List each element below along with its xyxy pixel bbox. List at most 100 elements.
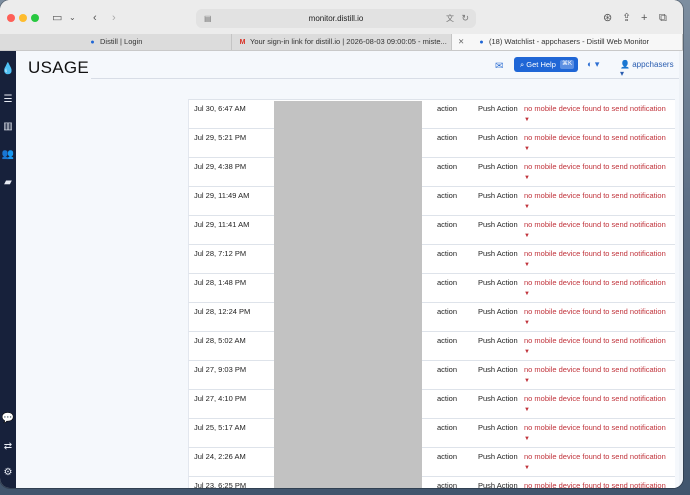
browser-window: ▭ ⌄ ‹ › ▤ monitor.distill.io 文 ↻ ⊛ ⇪ + ⧉…	[0, 0, 683, 488]
back-icon[interactable]: ‹	[93, 11, 97, 25]
search-icon: ⌕	[520, 60, 525, 69]
zoom-window-button[interactable]	[31, 14, 39, 22]
new-tab-icon[interactable]: +	[641, 11, 647, 25]
shortcut-badge: ⌘K	[559, 60, 574, 69]
table-row[interactable]: Jul 25, 5:17 AM action Push Action no mobil…	[188, 418, 675, 447]
tab-gmail[interactable]: M Your sign-in link for distill.io | 2026…	[232, 34, 452, 50]
row-type: action	[437, 365, 458, 374]
row-message[interactable]: no mobile device found to send notificat…	[524, 278, 666, 299]
row-date: Jul 27, 9:03 PM	[194, 365, 247, 374]
table-row[interactable]: Jul 27, 4:10 PM action Push Action no mobil…	[188, 389, 675, 418]
mail-icon[interactable]: ✉	[495, 61, 503, 72]
chevron-down-icon[interactable]: ▼	[524, 175, 530, 181]
chevron-down-icon[interactable]: ▼	[524, 117, 530, 123]
row-message[interactable]: no mobile device found to send notificat…	[524, 220, 666, 241]
chevron-down-icon[interactable]: ⌄	[69, 11, 76, 25]
translate-icon[interactable]: 文	[446, 9, 454, 28]
site-settings-icon[interactable]: ▤	[204, 9, 212, 28]
row-channel: Push Action	[478, 104, 518, 113]
user-menu[interactable]: 👤 appchasers ▾	[620, 60, 679, 78]
chevron-down-icon[interactable]: ▼	[524, 262, 530, 268]
share-icon[interactable]: ⇪	[622, 11, 631, 25]
chevron-down-icon[interactable]: ▼	[524, 378, 530, 384]
row-channel: Push Action	[478, 307, 518, 316]
row-date: Jul 29, 11:41 AM	[194, 220, 250, 229]
row-message[interactable]: no mobile device found to send notificat…	[524, 104, 666, 125]
chevron-down-icon[interactable]: ▼	[524, 146, 530, 152]
users-icon[interactable]: 👥	[0, 149, 16, 161]
chevron-down-icon[interactable]: ▼	[524, 349, 530, 355]
book-icon[interactable]: ▰	[0, 177, 16, 189]
row-date: Jul 28, 5:02 AM	[194, 336, 246, 345]
close-window-button[interactable]	[7, 14, 15, 22]
reload-icon[interactable]: ↻	[461, 9, 469, 28]
row-message[interactable]: no mobile device found to send notificat…	[524, 452, 666, 473]
theme-toggle-icon[interactable]: ◐ ▾	[587, 59, 599, 70]
sidebar-toggle-icon[interactable]: ▭	[52, 11, 62, 25]
address-bar[interactable]: ▤ monitor.distill.io 文 ↻	[196, 9, 476, 28]
row-channel: Push Action	[478, 365, 518, 374]
row-message[interactable]: no mobile device found to send notificat…	[524, 162, 666, 183]
row-message[interactable]: no mobile device found to send notificat…	[524, 249, 666, 270]
row-type: action	[437, 278, 458, 287]
chevron-down-icon: ▾	[620, 69, 625, 78]
row-date: Jul 24, 2:26 AM	[194, 452, 246, 461]
distill-drop-icon: ●	[90, 39, 95, 46]
table-row[interactable]: Jul 28, 12:24 PM action Push Action no mobi…	[188, 302, 675, 331]
chat-icon[interactable]: 💬	[0, 413, 16, 425]
download-icon[interactable]: ⊛	[603, 11, 612, 25]
table-row[interactable]: Jul 28, 7:12 PM action Push Action no mobil…	[188, 244, 675, 273]
list-icon[interactable]: ☰	[0, 94, 16, 106]
row-message[interactable]: no mobile device found to send notificat…	[524, 336, 666, 357]
browser-toolbar: ▭ ⌄ ‹ › ▤ monitor.distill.io 文 ↻ ⊛ ⇪ + ⧉	[0, 0, 683, 34]
distill-logo-icon[interactable]: 💧	[0, 63, 16, 75]
table-row[interactable]: Jul 29, 11:41 AM action Push Action no mobi…	[188, 215, 675, 244]
row-message[interactable]: no mobile device found to send notificat…	[524, 423, 666, 444]
language-icon[interactable]: ⇄	[0, 441, 16, 453]
row-message[interactable]: no mobile device found to send notificat…	[524, 307, 666, 328]
table-row[interactable]: Jul 27, 9:03 PM action Push Action no mobil…	[188, 360, 675, 389]
row-type: action	[437, 133, 458, 142]
row-type: action	[437, 336, 458, 345]
table-row[interactable]: Jul 24, 2:26 AM action Push Action no mobil…	[188, 447, 675, 476]
table-row[interactable]: Jul 29, 5:21 PM action Push Action no mobil…	[188, 128, 675, 157]
row-type: action	[437, 452, 458, 461]
row-message[interactable]: no mobile device found to send notificat…	[524, 481, 666, 488]
chevron-down-icon[interactable]: ▼	[524, 407, 530, 413]
table-row[interactable]: Jul 30, 6:47 AM action Push Action no mobil…	[188, 99, 675, 128]
chevron-down-icon[interactable]: ▼	[524, 204, 530, 210]
row-date: Jul 28, 12:24 PM	[194, 307, 251, 316]
close-icon[interactable]: ✕	[458, 34, 464, 50]
header-divider	[91, 78, 679, 79]
row-channel: Push Action	[478, 220, 518, 229]
chevron-down-icon[interactable]: ▼	[524, 291, 530, 297]
row-type: action	[437, 481, 458, 488]
table-row[interactable]: Jul 28, 5:02 AM action Push Action no mobil…	[188, 331, 675, 360]
get-help-button[interactable]: ⌕ Get Help ⌘K	[514, 57, 578, 72]
row-type: action	[437, 220, 458, 229]
table-row[interactable]: Jul 29, 11:49 AM action Push Action no mobi…	[188, 186, 675, 215]
row-date: Jul 28, 7:12 PM	[194, 249, 247, 258]
table-row[interactable]: Jul 28, 1:48 PM action Push Action no mobil…	[188, 273, 675, 302]
tab-bar: ● Distill | Login M Your sign-in link for …	[0, 34, 683, 51]
table-row[interactable]: Jul 29, 4:38 PM action Push Action no mobil…	[188, 157, 675, 186]
tab-distill-login[interactable]: ● Distill | Login	[82, 34, 232, 50]
row-message[interactable]: no mobile device found to send notificat…	[524, 133, 666, 154]
gmail-icon: M	[239, 39, 246, 46]
table-row[interactable]: Jul 23, 6:25 PM action Push Action no mobil…	[188, 476, 675, 488]
chevron-down-icon[interactable]: ▼	[524, 465, 530, 471]
chart-icon[interactable]: ▥	[0, 121, 16, 133]
row-message[interactable]: no mobile device found to send notificat…	[524, 191, 666, 212]
chevron-down-icon[interactable]: ▼	[524, 320, 530, 326]
row-message[interactable]: no mobile device found to send notificat…	[524, 394, 666, 415]
tab-watchlist[interactable]: ✕ ● (18) Watchlist - appchasers - Distill…	[452, 34, 683, 50]
chevron-down-icon[interactable]: ▼	[524, 233, 530, 239]
row-message[interactable]: no mobile device found to send notificat…	[524, 365, 666, 386]
forward-icon[interactable]: ›	[112, 11, 116, 25]
tab-overview-icon[interactable]: ⧉	[659, 11, 667, 25]
row-channel: Push Action	[478, 191, 518, 200]
gear-icon[interactable]: ⚙	[0, 467, 16, 479]
chevron-down-icon[interactable]: ▼	[524, 436, 530, 442]
minimize-window-button[interactable]	[19, 14, 27, 22]
row-channel: Push Action	[478, 278, 518, 287]
